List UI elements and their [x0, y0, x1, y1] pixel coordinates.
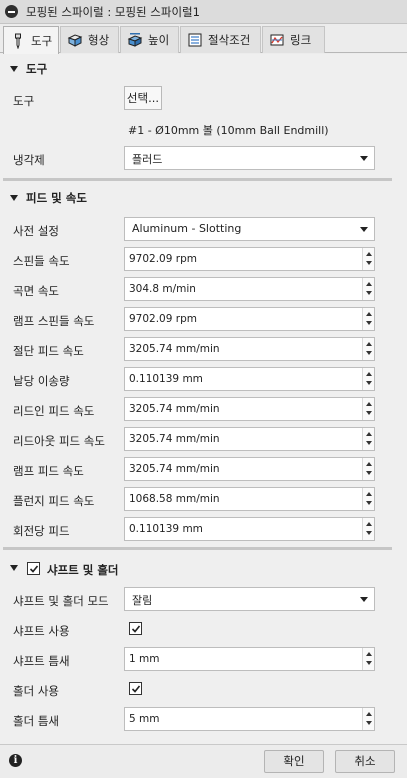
dialog-footer: i 확인 취소 — [0, 744, 407, 778]
settings-panel: 도구 도구 선택... #1 - Ø10mm 볼 (10mm Ball Endm… — [0, 54, 407, 744]
info-icon[interactable]: i — [9, 754, 22, 767]
tool-label: 도구 — [13, 94, 35, 108]
dialog-title: 모핑된 스파이럴 : 모핑된 스파이럴1 — [26, 4, 200, 19]
stepper-arrows[interactable] — [362, 368, 374, 390]
tab-heights[interactable]: 높이 — [120, 26, 179, 53]
field-label: 플런지 피드 속도 — [13, 494, 95, 508]
shaft-holder-enable-checkbox[interactable] — [27, 562, 40, 575]
preset-label: 사전 설정 — [13, 224, 59, 238]
tool-icon — [15, 33, 21, 49]
tool-description: #1 - Ø10mm 볼 (10mm Ball Endmill) — [128, 124, 329, 137]
shaft-clearance-label: 샤프트 틈새 — [13, 654, 70, 668]
lead-out-feedrate-input[interactable]: 3205.74 mm/min — [124, 427, 375, 451]
stepper-arrows[interactable] — [362, 278, 374, 300]
field-label: 절단 피드 속도 — [13, 344, 84, 358]
feed-per-revolution-input[interactable]: 0.110139 mm — [124, 517, 375, 541]
spindle-speed-input[interactable]: 9702.09 rpm — [124, 247, 375, 271]
surface-speed-input[interactable]: 304.8 m/min — [124, 277, 375, 301]
tab-linking[interactable]: 링크 — [262, 26, 325, 53]
section-title-shaft-holder: 샤프트 및 홀더 — [47, 563, 119, 577]
field-label: 램프 스핀들 속도 — [13, 314, 95, 328]
tab-bar: 도구 형상 높이 절삭조건 링크 — [0, 26, 407, 54]
use-holder-label: 홀더 사용 — [13, 684, 59, 698]
cancel-button[interactable]: 취소 — [335, 750, 395, 773]
heights-icon — [127, 33, 143, 47]
tool-select-button[interactable]: 선택... — [124, 86, 162, 110]
field-label: 곡면 속도 — [13, 284, 59, 298]
preset-dropdown[interactable]: Aluminum - Slotting — [124, 217, 375, 241]
plunge-feedrate-input[interactable]: 1068.58 mm/min — [124, 487, 375, 511]
stepper-arrows[interactable] — [362, 248, 374, 270]
section-header-tool[interactable]: 도구 — [0, 57, 392, 81]
collapse-icon[interactable] — [5, 5, 18, 18]
field-label: 스핀들 속도 — [13, 254, 70, 268]
field-label: 램프 피드 속도 — [13, 464, 84, 478]
checkmark-icon — [131, 685, 141, 693]
collapse-triangle-icon — [10, 565, 18, 571]
cutting-feedrate-input[interactable]: 3205.74 mm/min — [124, 337, 375, 361]
feed-per-tooth-input[interactable]: 0.110139 mm — [124, 367, 375, 391]
section-divider — [3, 547, 392, 550]
stepper-arrows[interactable] — [362, 398, 374, 420]
field-label: 리드아웃 피드 속도 — [13, 434, 105, 448]
ramp-spindle-speed-input[interactable]: 9702.09 rpm — [124, 307, 375, 331]
stepper-arrows[interactable] — [362, 708, 374, 730]
section-divider — [3, 178, 392, 181]
shaft-clearance-input[interactable]: 1 mm — [124, 647, 375, 671]
chevron-down-icon — [360, 227, 368, 232]
stepper-arrows[interactable] — [362, 428, 374, 450]
shaft-holder-mode-dropdown[interactable]: 잘림 — [124, 587, 375, 611]
passes-icon — [188, 33, 202, 47]
section-header-feed[interactable]: 피드 및 속도 — [0, 186, 392, 210]
mode-label: 샤프트 및 홀더 모드 — [13, 594, 109, 608]
tab-passes[interactable]: 절삭조건 — [180, 26, 261, 53]
stepper-arrows[interactable] — [362, 518, 374, 540]
use-shaft-label: 샤프트 사용 — [13, 624, 70, 638]
stepper-arrows[interactable] — [362, 648, 374, 670]
use-holder-checkbox[interactable] — [129, 682, 142, 695]
chevron-down-icon — [360, 156, 368, 161]
linking-icon — [270, 34, 284, 46]
checkmark-icon — [29, 565, 39, 573]
field-label: 회전당 피드 — [13, 524, 70, 538]
lead-in-feedrate-input[interactable]: 3205.74 mm/min — [124, 397, 375, 421]
field-label: 리드인 피드 속도 — [13, 404, 95, 418]
stepper-arrows[interactable] — [362, 488, 374, 510]
tab-geometry[interactable]: 형상 — [60, 26, 119, 53]
holder-clearance-input[interactable]: 5 mm — [124, 707, 375, 731]
collapse-triangle-icon — [10, 195, 18, 201]
geometry-icon — [67, 34, 83, 47]
checkmark-icon — [131, 625, 141, 633]
dialog-titlebar: 모핑된 스파이럴 : 모핑된 스파이럴1 — [0, 0, 407, 24]
stepper-arrows[interactable] — [362, 308, 374, 330]
coolant-label: 냉각제 — [13, 153, 45, 167]
collapse-triangle-icon — [10, 66, 18, 72]
holder-clearance-label: 홀더 틈새 — [13, 714, 59, 728]
coolant-dropdown[interactable]: 플러드 — [124, 146, 375, 170]
ramp-feedrate-input[interactable]: 3205.74 mm/min — [124, 457, 375, 481]
use-shaft-checkbox[interactable] — [129, 622, 142, 635]
vertical-scrollbar[interactable] — [393, 54, 407, 744]
stepper-arrows[interactable] — [362, 338, 374, 360]
ok-button[interactable]: 확인 — [264, 750, 324, 773]
tab-tool[interactable]: 도구 — [3, 26, 59, 54]
chevron-down-icon — [360, 597, 368, 602]
field-label: 날당 이송량 — [13, 374, 70, 388]
stepper-arrows[interactable] — [362, 458, 374, 480]
